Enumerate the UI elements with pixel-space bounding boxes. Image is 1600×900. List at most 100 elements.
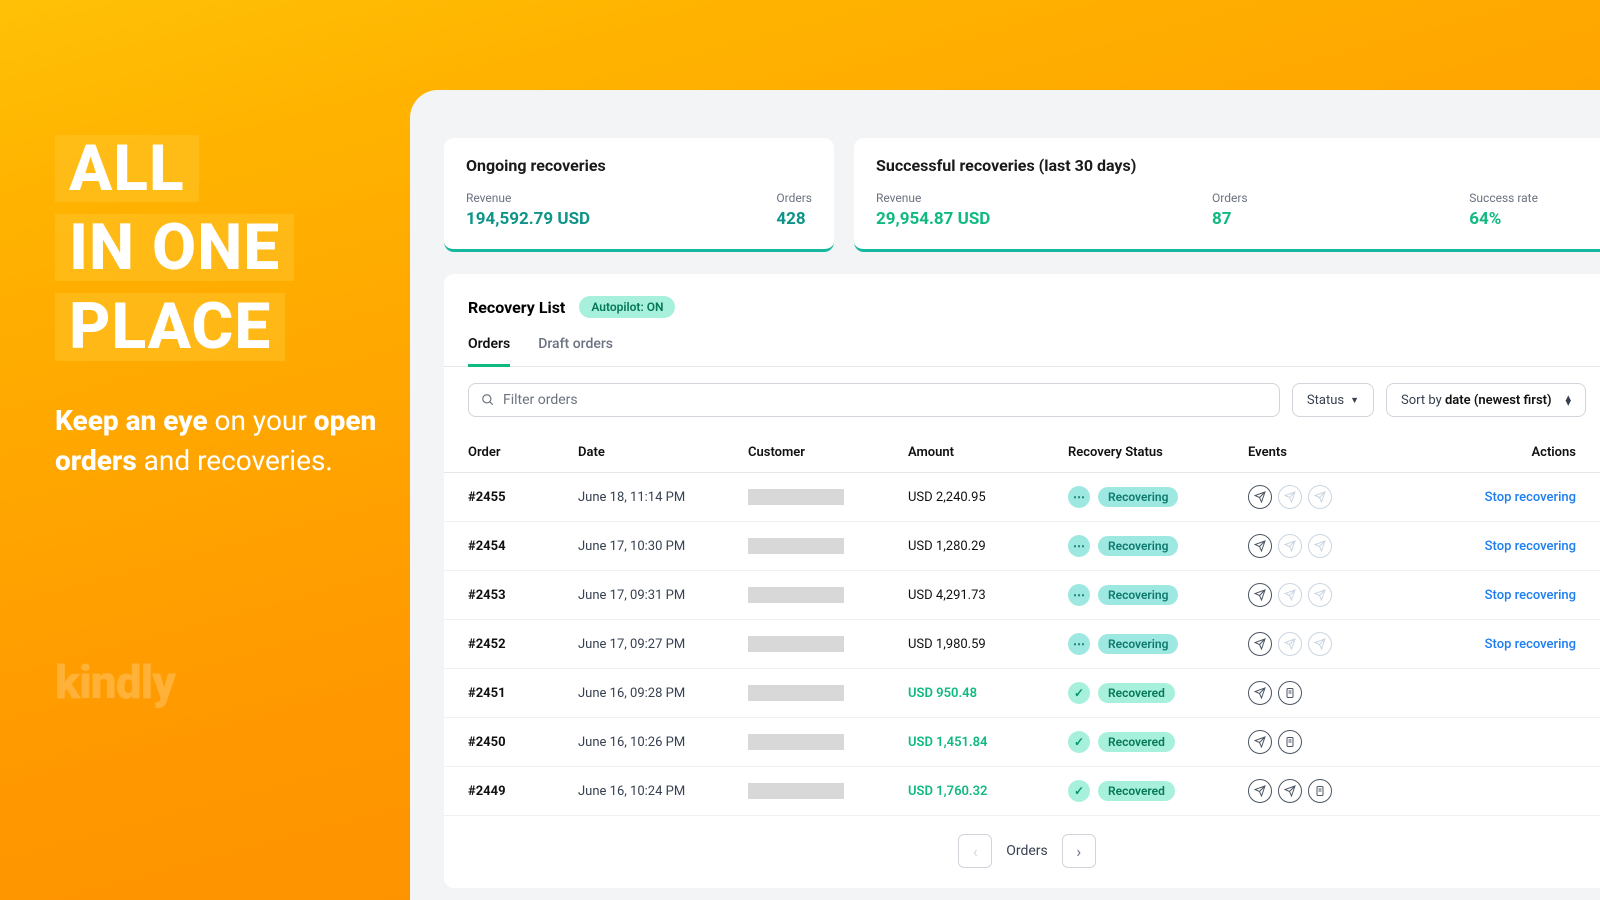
table-header: Order Date Customer Amount Recovery Stat… [444,433,1600,473]
stop-recovering-link[interactable]: Stop recovering [1388,588,1586,603]
send-icon [1308,583,1332,607]
orders-table: Order Date Customer Amount Recovery Stat… [444,433,1600,816]
order-amount: USD 4,291.73 [908,588,1068,603]
order-amount: USD 1,760.32 [908,784,1068,799]
sort-icon: ▴▾ [1565,395,1571,406]
table-row[interactable]: #2452June 17, 09:27 PMUSD 1,980.59⋯Recov… [444,620,1600,669]
events-cell [1248,779,1388,803]
status-badge: Recovered [1098,732,1175,752]
order-date: June 16, 10:24 PM [578,784,748,799]
table-row[interactable]: #2455June 18, 11:14 PMUSD 2,240.95⋯Recov… [444,473,1600,522]
stop-recovering-link[interactable]: Stop recovering [1388,637,1586,652]
customer-placeholder [748,685,844,701]
sort-button[interactable]: Sort by date (newest first)▴▾ [1386,383,1586,417]
ongoing-revenue-value: 194,592.79 USD [466,209,590,229]
send-icon [1248,534,1272,558]
check-icon: ✓ [1068,682,1090,704]
metric-label: Orders [1212,191,1248,205]
customer-placeholder [748,538,844,554]
next-page-button[interactable]: › [1062,834,1096,868]
promo-highlight: IN ONE [55,214,294,281]
status-filter-button[interactable]: Status▼ [1292,383,1374,417]
status-badge: Recovered [1098,781,1175,801]
customer-placeholder [748,783,844,799]
recovery-status: ⋯ Recovering [1068,486,1248,508]
metric-label: Revenue [466,191,590,205]
order-amount: USD 1,451.84 [908,735,1068,750]
status-badge: Recovering [1098,487,1178,507]
table-row[interactable]: #2453June 17, 09:31 PMUSD 4,291.73⋯Recov… [444,571,1600,620]
check-icon: ✓ [1068,731,1090,753]
prev-page-button[interactable]: ‹ [958,834,992,868]
order-id: #2454 [468,539,578,554]
status-badge: Recovering [1098,536,1178,556]
tab-orders[interactable]: Orders [468,336,510,367]
send-icon [1278,779,1302,803]
search-icon [481,393,495,407]
order-date: June 16, 10:26 PM [578,735,748,750]
customer-cell [748,636,908,652]
customer-cell [748,538,908,554]
send-icon [1278,632,1302,656]
order-amount: USD 950.48 [908,686,1068,701]
order-amount: USD 1,280.29 [908,539,1068,554]
events-cell [1248,485,1388,509]
recovery-list-panel: Recovery List Autopilot: ON Orders Draft… [444,274,1600,888]
promo-line3: PLACE [69,289,271,364]
order-date: June 18, 11:14 PM [578,490,748,505]
order-amount: USD 2,240.95 [908,490,1068,505]
card-title: Successful recoveries (last 30 days) [876,156,1588,175]
send-icon [1278,485,1302,509]
ongoing-recoveries-card: Ongoing recoveries Revenue194,592.79 USD… [444,138,834,252]
recovery-status: ⋯Recovering [1068,633,1248,655]
send-icon [1278,534,1302,558]
send-icon [1248,681,1272,705]
customer-placeholder [748,489,844,505]
customer-placeholder [748,636,844,652]
filter-orders-input[interactable] [468,383,1280,417]
metric-label: Revenue [876,191,990,205]
pager-label: Orders [1006,843,1048,859]
recovery-status: ⋯ Recovering [1068,535,1248,557]
filter-orders-field[interactable] [503,392,1267,408]
order-id: #2451 [468,686,578,701]
ellipsis-icon: ⋯ [1068,486,1090,508]
recovery-status: ⋯Recovering [1068,584,1248,606]
document-icon [1278,681,1302,705]
customer-cell [748,783,908,799]
success-revenue-value: 29,954.87 USD [876,209,990,229]
events-cell [1248,534,1388,558]
order-id: #2452 [468,637,578,652]
chevron-down-icon: ▼ [1350,395,1359,406]
send-icon [1248,632,1272,656]
ellipsis-icon: ⋯ [1068,633,1090,655]
ongoing-orders-value: 428 [776,209,812,229]
check-icon: ✓ [1068,780,1090,802]
ellipsis-icon: ⋯ [1068,535,1090,557]
promo-line1: ALL [69,131,185,206]
order-id: #2453 [468,588,578,603]
order-date: June 17, 09:27 PM [578,637,748,652]
events-cell [1248,730,1388,754]
metric-label: Success rate [1469,191,1538,205]
events-cell [1248,681,1388,705]
recovery-status: ✓ Recovered [1068,731,1248,753]
customer-cell [748,587,908,603]
table-row[interactable]: #2451June 16, 09:28 PMUSD 950.48✓Recover… [444,669,1600,718]
recovery-status: ✓Recovered [1068,682,1248,704]
table-row[interactable]: #2450June 16, 10:26 PMUSD 1,451.84✓Recov… [444,718,1600,767]
stop-recovering-link[interactable]: Stop recovering [1388,539,1586,554]
stop-recovering-link[interactable]: Stop recovering [1388,490,1586,505]
customer-placeholder [748,734,844,750]
brand-logo: kindly [55,656,175,710]
app-window: Ongoing recoveries Revenue194,592.79 USD… [410,90,1600,900]
tab-draft-orders[interactable]: Draft orders [538,336,613,366]
table-row[interactable]: #2454June 17, 10:30 PMUSD 1,280.29⋯Recov… [444,522,1600,571]
customer-placeholder [748,587,844,603]
send-icon [1308,534,1332,558]
document-icon [1278,730,1302,754]
customer-cell [748,685,908,701]
promo-line2: IN ONE [69,210,280,285]
table-row[interactable]: #2449June 16, 10:24 PMUSD 1,760.32✓Recov… [444,767,1600,816]
panel-title: Recovery List [468,298,565,317]
